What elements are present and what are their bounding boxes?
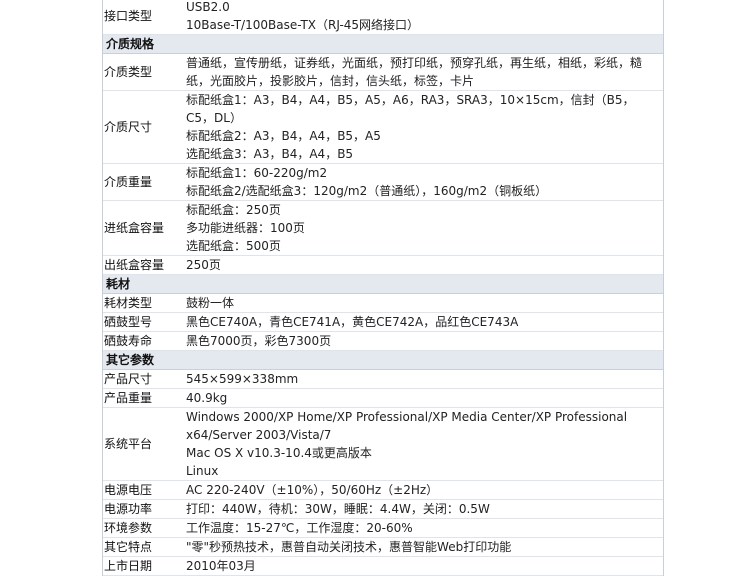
spec-row: 系统平台 Windows 2000/XP Home/XP Professional… [103, 408, 663, 481]
spec-value: 2010年03月 [184, 557, 663, 575]
spec-label: 产品重量 [104, 391, 153, 405]
spec-value: 标配纸盒1：A3，B4，A4，B5，A5，A6，RA3，SRA3，10×15cm… [184, 91, 663, 163]
section-title: 介质规格 [106, 37, 155, 51]
spec-label: 其它特点 [104, 540, 153, 554]
spec-row: 耗材类型 鼓粉一体 [103, 294, 663, 313]
spec-row: 出纸盒容量 250页 [103, 256, 663, 275]
spec-value: 黑色CE740A，青色CE741A，黄色CE742A，品红色CE743A [184, 313, 663, 331]
spec-row: 环境参数 工作温度：15-27℃，工作湿度：20-60% [103, 519, 663, 538]
spec-value-line: 10Base-T/100Base-TX（RJ-45网络接口） [186, 18, 420, 32]
spec-value-line: 黑色CE740A，青色CE741A，黄色CE742A，品红色CE743A [186, 315, 519, 329]
spec-label: 进纸盒容量 [104, 221, 165, 235]
spec-value: AC 220-240V（±10%），50/60Hz（±2Hz） [184, 481, 663, 499]
spec-value-line: 标配纸盒2：A3，B4，A4，B5，A5 [186, 129, 381, 143]
spec-value: 标配纸盒1：60-220g/m2 标配纸盒2/选配纸盒3：120g/m2（普通纸）… [184, 164, 663, 200]
section-header: 其它参数 [103, 351, 663, 370]
spec-value: 黑色7000页，彩色7300页 [184, 332, 663, 350]
spec-value-line: 多功能进纸器：100页 [186, 221, 305, 235]
spec-value-line: 普通纸，宣传册纸，证券纸，光面纸，预打印纸，预穿孔纸，再生纸，相纸，彩纸，糙纸，… [186, 56, 643, 88]
spec-label: 介质重量 [104, 175, 153, 189]
spec-value: 545×599×338mm [184, 370, 663, 388]
spec-value-line: 2010年03月 [186, 559, 256, 573]
spec-row: 电源电压 AC 220-240V（±10%），50/60Hz（±2Hz） [103, 481, 663, 500]
spec-value-line: Linux [186, 464, 219, 478]
spec-label: 环境参数 [104, 521, 153, 535]
spec-value-line: 鼓粉一体 [186, 296, 235, 310]
section-header: 耗材 [103, 275, 663, 294]
spec-row: 电源功率 打印：440W，待机：30W，睡眠：4.4W，关闭：0.5W [103, 500, 663, 519]
spec-value-line: 标配纸盒2/选配纸盒3：120g/m2（普通纸），160g/m2（铜板纸） [186, 184, 548, 198]
spec-value-line: 标配纸盒1：60-220g/m2 [186, 166, 328, 180]
spec-row: 上市日期 2010年03月 [103, 557, 663, 576]
spec-value: "零"秒预热技术，惠普自动关闭技术，惠普智能Web打印功能 [184, 538, 663, 556]
spec-value-line: 打印：440W，待机：30W，睡眠：4.4W，关闭：0.5W [186, 502, 490, 516]
spec-row: 硒鼓寿命 黑色7000页，彩色7300页 [103, 332, 663, 351]
spec-value-line: Mac OS X v10.3-10.4或更高版本 [186, 446, 372, 460]
spec-row: 接口类型 USB2.0 10Base-T/100Base-TX（RJ-45网络接口） [103, 0, 663, 35]
spec-value-line: Windows 2000/XP Home/XP Professional/XP … [186, 410, 628, 442]
spec-value-line: 545×599×338mm [186, 372, 299, 386]
spec-value: 普通纸，宣传册纸，证券纸，光面纸，预打印纸，预穿孔纸，再生纸，相纸，彩纸，糙纸，… [184, 54, 663, 90]
spec-label: 接口类型 [104, 9, 153, 23]
spec-value-line: 选配纸盒3：A3，B4，A4，B5 [186, 147, 354, 161]
spec-value-line: "零"秒预热技术，惠普自动关闭技术，惠普智能Web打印功能 [186, 540, 512, 554]
spec-value-line: 黑色7000页，彩色7300页 [186, 334, 332, 348]
spec-value-line: 标配纸盒：250页 [186, 203, 281, 217]
section-title: 其它参数 [106, 353, 155, 367]
spec-row: 介质重量 标配纸盒1：60-220g/m2 标配纸盒2/选配纸盒3：120g/m2（… [103, 164, 663, 201]
spec-value: Windows 2000/XP Home/XP Professional/XP … [184, 408, 663, 480]
spec-row: 硒鼓型号 黑色CE740A，青色CE741A，黄色CE742A，品红色CE743A [103, 313, 663, 332]
spec-value-line: 标配纸盒1：A3，B4，A4，B5，A5，A6，RA3，SRA3，10×15cm… [186, 93, 635, 125]
spec-value-line: AC 220-240V（±10%），50/60Hz（±2Hz） [186, 483, 439, 497]
spec-value: USB2.0 10Base-T/100Base-TX（RJ-45网络接口） [184, 0, 663, 34]
spec-value: 250页 [184, 256, 663, 274]
spec-value: 鼓粉一体 [184, 294, 663, 312]
spec-label: 电源电压 [104, 483, 153, 497]
spec-row: 产品重量 40.9kg [103, 389, 663, 408]
section-header: 介质规格 [103, 35, 663, 54]
spec-table: 接口类型 USB2.0 10Base-T/100Base-TX（RJ-45网络接口）… [102, 0, 664, 576]
spec-row: 产品尺寸 545×599×338mm [103, 370, 663, 389]
spec-row: 其它特点 "零"秒预热技术，惠普自动关闭技术，惠普智能Web打印功能 [103, 538, 663, 557]
spec-row: 介质类型 普通纸，宣传册纸，证券纸，光面纸，预打印纸，预穿孔纸，再生纸，相纸，彩纸… [103, 54, 663, 91]
spec-label: 产品尺寸 [104, 372, 153, 386]
spec-value: 标配纸盒：250页多功能进纸器：100页 选配纸盒：500页 [184, 201, 663, 255]
spec-label: 上市日期 [104, 559, 153, 573]
spec-row: 介质尺寸 标配纸盒1：A3，B4，A4，B5，A5，A6，RA3，SRA3，10×… [103, 91, 663, 164]
spec-value: 打印：440W，待机：30W，睡眠：4.4W，关闭：0.5W [184, 500, 663, 518]
spec-value: 40.9kg [184, 389, 663, 407]
spec-label: 耗材类型 [104, 296, 153, 310]
spec-value-line: 工作温度：15-27℃，工作湿度：20-60% [186, 521, 413, 535]
spec-label: 系统平台 [104, 437, 153, 451]
spec-label: 电源功率 [104, 502, 153, 516]
spec-label: 硒鼓寿命 [104, 334, 153, 348]
spec-value-line: USB2.0 [186, 0, 230, 14]
spec-label: 出纸盒容量 [104, 258, 165, 272]
spec-label: 介质尺寸 [104, 120, 153, 134]
spec-label: 硒鼓型号 [104, 315, 153, 329]
spec-value: 工作温度：15-27℃，工作湿度：20-60% [184, 519, 663, 537]
spec-value-line: 选配纸盒：500页 [186, 239, 281, 253]
spec-label: 介质类型 [104, 65, 153, 79]
spec-row: 进纸盒容量 标配纸盒：250页多功能进纸器：100页 选配纸盒：500页 [103, 201, 663, 256]
spec-value-line: 250页 [186, 258, 221, 272]
spec-value-line: 40.9kg [186, 391, 228, 405]
section-title: 耗材 [106, 277, 131, 291]
